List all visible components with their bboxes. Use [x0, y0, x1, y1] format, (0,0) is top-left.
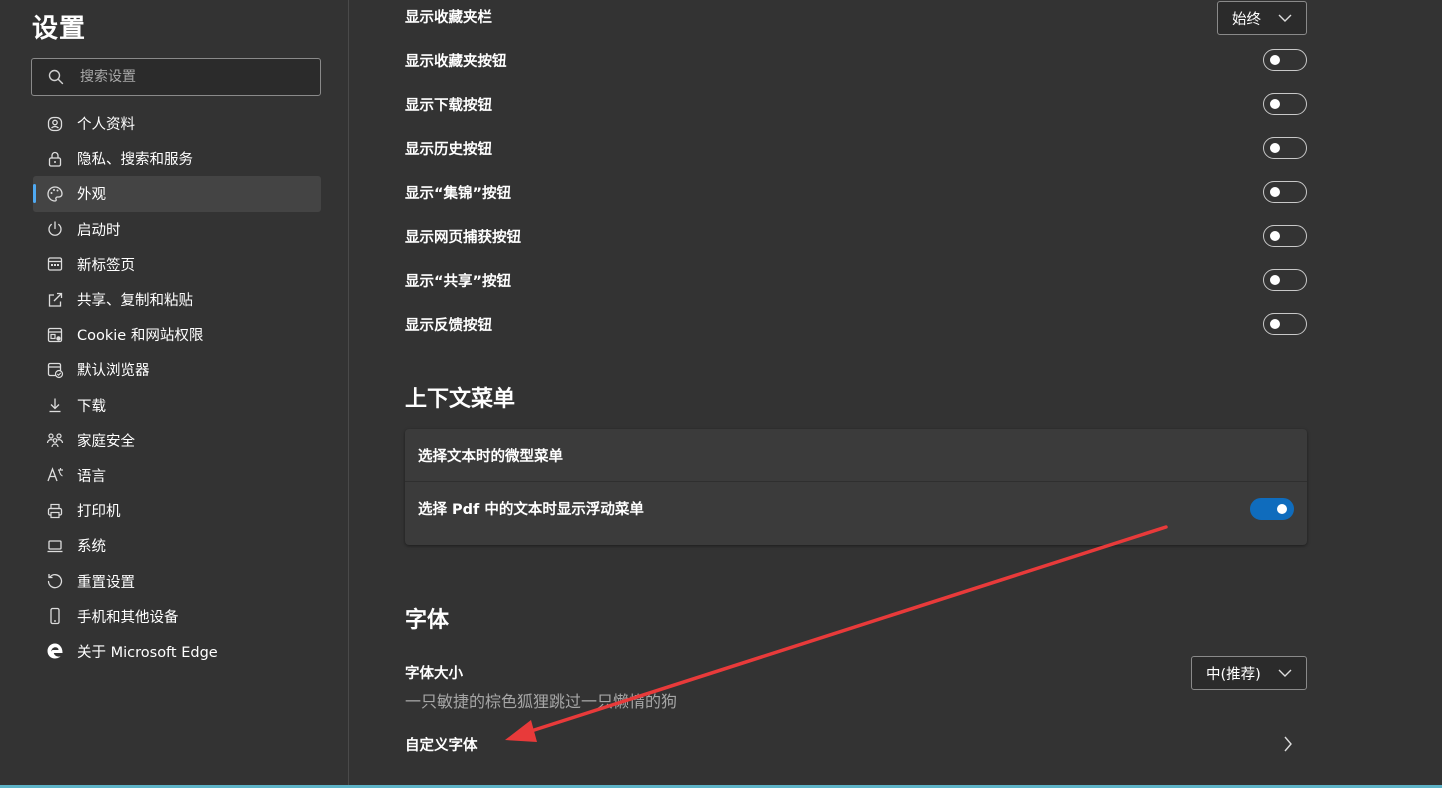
sidebar-item-family[interactable]: 家庭安全	[33, 423, 321, 458]
pdf-floating-menu-toggle[interactable]	[1250, 497, 1294, 520]
pdf-floating-menu-label: 选择 Pdf 中的文本时显示浮动菜单	[418, 502, 644, 518]
lock-icon	[45, 149, 65, 169]
search-settings-box[interactable]	[31, 58, 321, 96]
sidebar-item-profile[interactable]: 个人资料	[33, 106, 321, 141]
downloads-button-toggle[interactable]	[1263, 93, 1307, 115]
toggle-row-label: 显示“集锦”按钮	[405, 185, 512, 202]
sidebar-item-cookies[interactable]: Cookie 和网站权限	[33, 317, 321, 352]
search-settings-input[interactable]	[78, 68, 298, 86]
settings-title: 设置	[32, 14, 87, 44]
sidebar-item-downloads[interactable]: 下载	[33, 388, 321, 423]
sidebar-item-label: 启动时	[77, 222, 121, 239]
toggle-row-history-button: 显示历史按钮	[405, 126, 1307, 170]
settings-sidebar: 设置 个人资料 隐私、搜索和服务 外观	[0, 0, 349, 788]
font-size-dropdown[interactable]: 中(推荐)	[1191, 656, 1307, 690]
toggle-row-label: 显示历史按钮	[405, 141, 492, 158]
sidebar-item-printers[interactable]: 打印机	[33, 493, 321, 528]
sidebar-item-label: 下载	[77, 398, 106, 415]
sidebar-item-label: 关于 Microsoft Edge	[77, 644, 218, 661]
sidebar-item-label: Cookie 和网站权限	[77, 328, 204, 345]
context-menu-section-title: 上下文菜单	[405, 387, 516, 412]
context-menu-card: 选择文本时的微型菜单 选择 Pdf 中的文本时显示浮动菜单	[405, 429, 1307, 545]
sidebar-item-label: 默认浏览器	[77, 363, 150, 380]
palette-icon	[45, 184, 65, 204]
download-icon	[45, 395, 65, 415]
mini-menu-row[interactable]: 选择文本时的微型菜单	[405, 429, 1307, 481]
profile-icon	[45, 114, 65, 134]
sidebar-item-about-edge[interactable]: 关于 Microsoft Edge	[33, 634, 321, 669]
toggle-row-share-button: 显示“共享”按钮	[405, 258, 1307, 302]
chevron-down-icon	[1278, 669, 1292, 677]
power-icon	[45, 219, 65, 239]
favorites-bar-dropdown[interactable]: 始终	[1217, 1, 1307, 35]
sidebar-item-label: 系统	[77, 539, 106, 556]
edge-logo-icon	[45, 641, 65, 661]
reset-icon	[45, 571, 65, 591]
favorites-bar-row: 显示收藏夹栏 始终	[405, 0, 1307, 38]
new-tab-icon	[45, 254, 65, 274]
sidebar-item-label: 家庭安全	[77, 433, 135, 450]
sidebar-item-label: 打印机	[77, 504, 121, 521]
phone-icon	[45, 606, 65, 626]
sidebar-item-new-tab[interactable]: 新标签页	[33, 247, 321, 282]
sidebar-item-phone-devices[interactable]: 手机和其他设备	[33, 599, 321, 634]
toggle-row-label: 显示“共享”按钮	[405, 273, 512, 290]
settings-content: 显示收藏夹栏 始终 显示收藏夹按钮 显示下载按钮 显示历史按钮 显示“集锦”按钮…	[349, 0, 1442, 788]
sidebar-item-label: 新标签页	[77, 257, 135, 274]
favorites-bar-value: 始终	[1232, 11, 1261, 28]
toggle-row-feedback-button: 显示反馈按钮	[405, 302, 1307, 346]
family-icon	[45, 430, 65, 450]
sidebar-item-label: 手机和其他设备	[77, 609, 179, 626]
sidebar-item-label: 重置设置	[77, 574, 135, 591]
language-icon	[45, 465, 65, 485]
sidebar-item-label: 共享、复制和粘贴	[77, 293, 193, 310]
share-button-toggle[interactable]	[1263, 269, 1307, 291]
font-preview-text: 一只敏捷的棕色狐狸跳过一只懒惰的狗	[405, 692, 678, 711]
sidebar-item-language[interactable]: 语言	[33, 458, 321, 493]
default-browser-icon	[45, 360, 65, 380]
sidebar-item-system[interactable]: 系统	[33, 528, 321, 563]
toggle-row-label: 显示网页捕获按钮	[405, 229, 521, 246]
sidebar-item-startup[interactable]: 启动时	[33, 212, 321, 247]
favorites-button-toggle[interactable]	[1263, 49, 1307, 71]
toggle-row-downloads-button: 显示下载按钮	[405, 82, 1307, 126]
mini-menu-label: 选择文本时的微型菜单	[418, 448, 563, 465]
sidebar-item-privacy[interactable]: 隐私、搜索和服务	[33, 141, 321, 176]
toggle-row-label: 显示下载按钮	[405, 97, 492, 114]
custom-fonts-row[interactable]: 自定义字体	[405, 722, 1307, 766]
chevron-down-icon	[1278, 14, 1292, 22]
laptop-icon	[45, 536, 65, 556]
sidebar-item-default-browser[interactable]: 默认浏览器	[33, 352, 321, 387]
toggle-row-label: 显示收藏夹按钮	[405, 53, 507, 70]
history-button-toggle[interactable]	[1263, 137, 1307, 159]
font-size-value: 中(推荐)	[1206, 666, 1261, 683]
toggle-row-favorites-button: 显示收藏夹按钮	[405, 38, 1307, 82]
toggle-row-label: 显示反馈按钮	[405, 317, 492, 334]
share-icon	[45, 290, 65, 310]
custom-fonts-label: 自定义字体	[405, 737, 478, 754]
sidebar-item-reset[interactable]: 重置设置	[33, 563, 321, 598]
chevron-right-icon	[1284, 736, 1292, 752]
web-capture-button-toggle[interactable]	[1263, 225, 1307, 247]
toggle-row-web-capture-button: 显示网页捕获按钮	[405, 214, 1307, 258]
sidebar-item-appearance[interactable]: 外观	[33, 176, 321, 212]
site-permissions-icon	[45, 325, 65, 345]
feedback-button-toggle[interactable]	[1263, 313, 1307, 335]
sidebar-item-share-copy-paste[interactable]: 共享、复制和粘贴	[33, 282, 321, 317]
sidebar-item-label: 语言	[77, 468, 106, 485]
search-icon	[48, 69, 64, 85]
fonts-section-title: 字体	[405, 608, 450, 633]
pdf-floating-menu-row: 选择 Pdf 中的文本时显示浮动菜单	[405, 481, 1307, 535]
collections-button-toggle[interactable]	[1263, 181, 1307, 203]
sidebar-item-label: 外观	[77, 187, 106, 204]
sidebar-item-label: 个人资料	[77, 117, 135, 134]
favorites-bar-label: 显示收藏夹栏	[405, 9, 492, 26]
sidebar-item-label: 隐私、搜索和服务	[77, 152, 193, 169]
font-size-label: 字体大小	[405, 665, 463, 682]
settings-nav: 个人资料 隐私、搜索和服务 外观 启动时 新标签页 共享、复制和粘贴 Cooki…	[33, 106, 321, 669]
printer-icon	[45, 501, 65, 521]
toggle-row-collections-button: 显示“集锦”按钮	[405, 170, 1307, 214]
